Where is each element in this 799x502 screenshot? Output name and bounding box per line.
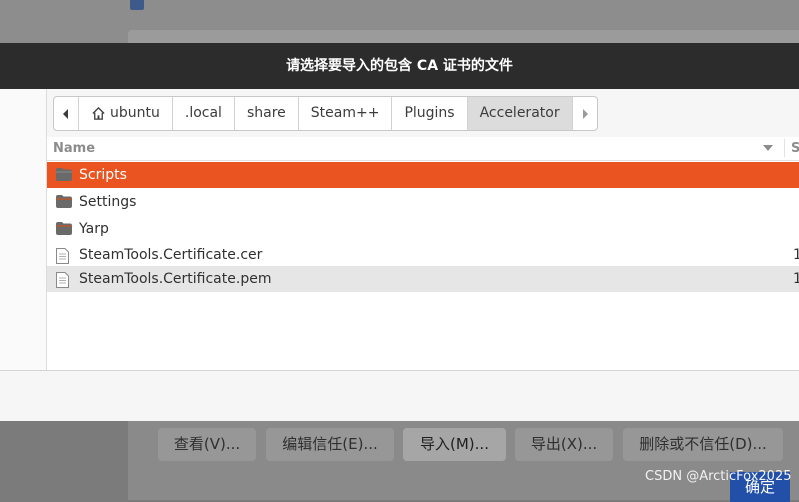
import-button[interactable]: 导入(M)...	[403, 428, 506, 461]
path-crumb[interactable]: share	[235, 97, 299, 130]
background-checkbox	[130, 0, 144, 10]
column-name-header[interactable]: Name	[53, 137, 95, 160]
document-icon	[56, 272, 69, 288]
watermark: CSDN @ArcticFox2025	[645, 469, 792, 484]
file-name: Settings	[79, 194, 137, 210]
sort-descending-icon	[763, 145, 773, 151]
path-crumb-home[interactable]: ubuntu	[79, 97, 173, 130]
list-item[interactable]: SteamTools.Certificate.cer 1	[47, 242, 799, 268]
list-item[interactable]: Yarp	[47, 216, 799, 242]
delete-distrust-button[interactable]: 删除或不信任(D)...	[623, 428, 783, 461]
list-item[interactable]: SteamTools.Certificate.pem 1	[47, 266, 799, 292]
path-crumb[interactable]: Plugins	[392, 97, 468, 130]
file-size: 1	[793, 247, 799, 263]
dialog-title: 请选择要导入的包含 CA 证书的文件	[286, 58, 513, 74]
folder-icon	[56, 195, 72, 208]
chevron-left-icon	[63, 108, 68, 119]
home-icon	[92, 106, 105, 120]
path-crumb-label: share	[246, 105, 286, 121]
file-list[interactable]: Name S Scripts Settings Yarp SteamTools.…	[47, 137, 799, 370]
column-size-header[interactable]: S	[791, 137, 799, 160]
folder-icon	[56, 222, 72, 235]
path-crumb-current[interactable]: Accelerator	[467, 97, 573, 130]
path-crumb[interactable]: Steam++	[299, 97, 393, 130]
file-chooser-dialog: 请选择要导入的包含 CA 证书的文件 ubuntu .local share S…	[0, 43, 799, 421]
path-forward-button[interactable]	[573, 97, 597, 130]
file-size: 1	[793, 271, 799, 287]
file-name: SteamTools.Certificate.cer	[79, 247, 263, 263]
dialog-titlebar: 请选择要导入的包含 CA 证书的文件	[0, 43, 799, 89]
list-item[interactable]: Scripts	[47, 162, 799, 188]
edit-trust-button[interactable]: 编辑信任(E)...	[266, 428, 394, 461]
export-button[interactable]: 导出(X)...	[515, 428, 613, 461]
view-button[interactable]: 查看(V)...	[158, 428, 256, 461]
path-crumb[interactable]: .local	[173, 97, 235, 130]
path-back-button[interactable]	[54, 97, 79, 130]
path-crumb-label: Accelerator	[479, 105, 560, 121]
path-crumb-label: Plugins	[404, 105, 455, 121]
file-name: Yarp	[79, 221, 109, 237]
column-separator[interactable]	[784, 139, 785, 157]
list-item[interactable]: Settings	[47, 189, 799, 215]
file-name: SteamTools.Certificate.pem	[79, 271, 272, 287]
dialog-action-area	[0, 370, 799, 421]
path-crumb-label: Steam++	[310, 105, 380, 121]
path-bar: ubuntu .local share Steam++ Plugins Acce…	[53, 96, 598, 131]
path-crumb-label: ubuntu	[110, 105, 160, 121]
chevron-right-icon	[582, 108, 588, 119]
document-icon	[56, 248, 69, 264]
path-crumb-label: .local	[184, 105, 222, 121]
places-sidebar[interactable]	[0, 89, 47, 370]
folder-icon	[56, 168, 72, 181]
file-name: Scripts	[79, 167, 127, 183]
column-header: Name S	[47, 137, 799, 161]
